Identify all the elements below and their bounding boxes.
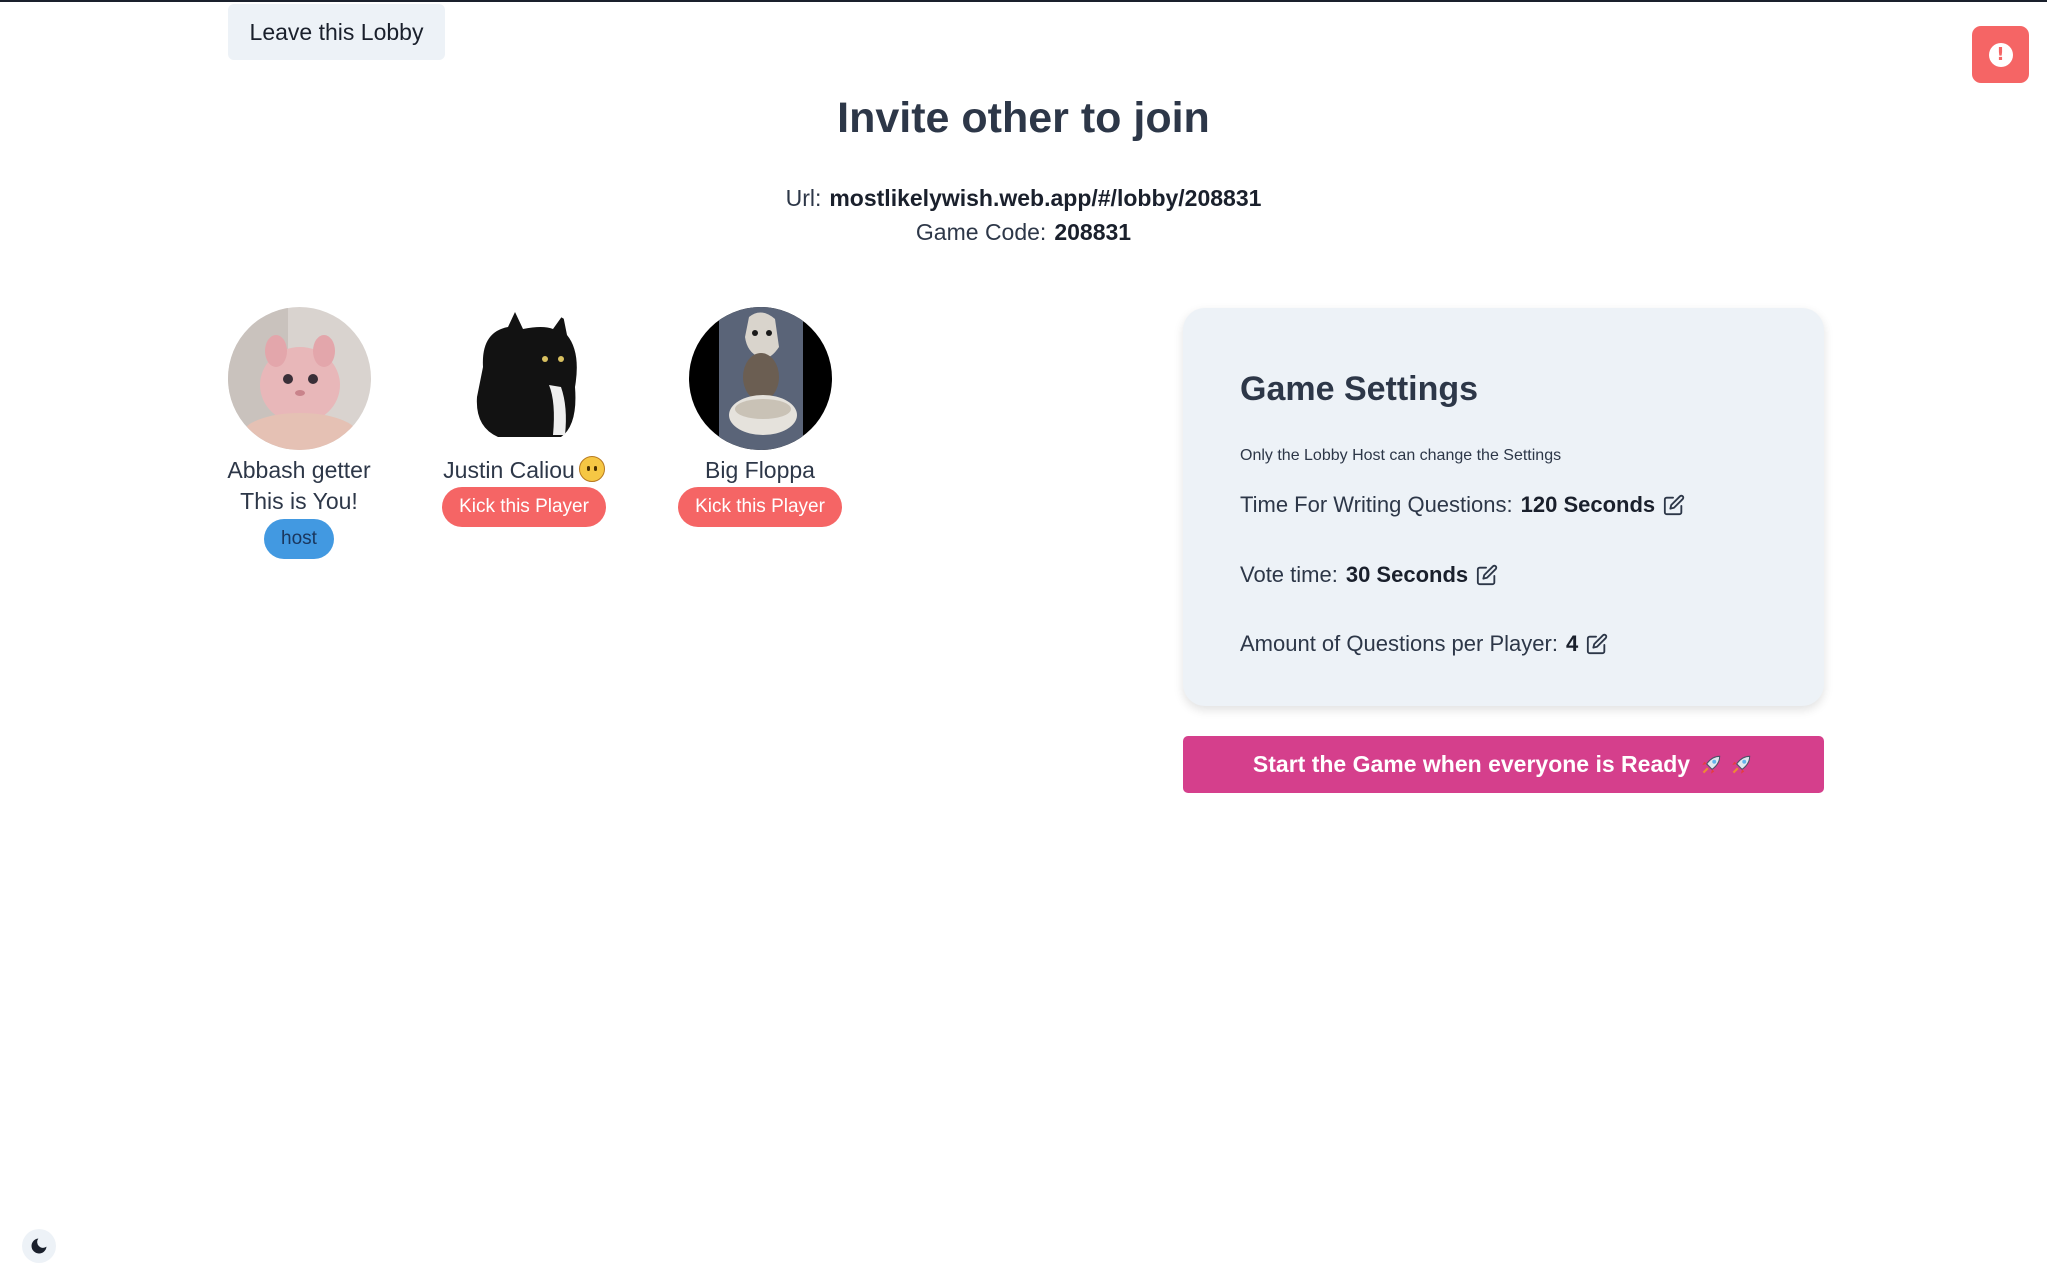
- kick-player-button[interactable]: Kick this Player: [678, 487, 842, 527]
- player-name-text: Justin Caliou: [443, 457, 575, 483]
- page-title: Invite other to join: [837, 94, 1210, 142]
- settings-title: Game Settings: [1240, 370, 1479, 408]
- player-card: Justin Caliou Kick this Player: [404, 307, 644, 527]
- player-self-label: This is You!: [240, 488, 358, 514]
- avatar: [688, 307, 832, 450]
- alert-button[interactable]: !: [1972, 26, 2029, 83]
- setting-label: Amount of Questions per Player:: [1240, 631, 1558, 656]
- rocket-icon: [1698, 752, 1724, 778]
- start-game-button[interactable]: Start the Game when everyone is Ready: [1183, 736, 1824, 793]
- game-code-value: 208831: [1054, 219, 1132, 245]
- game-settings-card: Game Settings Only the Lobby Host can ch…: [1183, 308, 1824, 706]
- avatar: [227, 307, 371, 450]
- game-code-label: Game Code:: [915, 219, 1047, 245]
- moon-icon: [31, 1238, 47, 1254]
- edit-icon[interactable]: [1586, 633, 1608, 655]
- url-value[interactable]: mostlikelywish.web.app/#/lobby/208831: [829, 185, 1261, 211]
- setting-questions-per-player: Amount of Questions per Player: 4: [1240, 631, 1608, 657]
- settings-note: Only the Lobby Host can change the Setti…: [1240, 447, 1562, 464]
- start-game-label: Start the Game when everyone is Ready: [1252, 751, 1691, 777]
- setting-value: 30 Seconds: [1345, 562, 1469, 587]
- dark-mode-toggle[interactable]: [22, 1229, 56, 1263]
- avatar: [452, 307, 596, 450]
- player-name: Big Floppa: [705, 457, 815, 483]
- game-code: Game Code: 208831: [0, 219, 2047, 246]
- edit-icon[interactable]: [1476, 564, 1498, 586]
- setting-label: Time For Writing Questions:: [1240, 492, 1513, 517]
- setting-writing-time: Time For Writing Questions: 120 Seconds: [1240, 492, 1685, 518]
- alert-circle-icon: !: [1988, 42, 2013, 67]
- setting-value: 120 Seconds: [1520, 492, 1656, 517]
- player-card: Abbash getter This is You! host: [179, 307, 419, 559]
- setting-vote-time: Vote time: 30 Seconds: [1240, 562, 1498, 588]
- rocket-icon: [1728, 752, 1754, 778]
- edit-icon[interactable]: [1663, 494, 1685, 516]
- lobby-url: Url: mostlikelywish.web.app/#/lobby/20883…: [0, 185, 2047, 212]
- kick-player-button[interactable]: Kick this Player: [442, 487, 606, 527]
- player-name: Abbash getter: [227, 457, 371, 483]
- face-emoji-icon: [578, 456, 605, 482]
- player-card: Big Floppa Kick this Player: [640, 307, 880, 527]
- leave-lobby-button[interactable]: Leave this Lobby: [228, 4, 445, 60]
- player-name: Justin Caliou: [443, 455, 605, 485]
- setting-label: Vote time:: [1240, 562, 1338, 587]
- host-badge: host: [264, 519, 334, 559]
- url-label: Url:: [785, 185, 822, 211]
- setting-value: 4: [1565, 631, 1579, 656]
